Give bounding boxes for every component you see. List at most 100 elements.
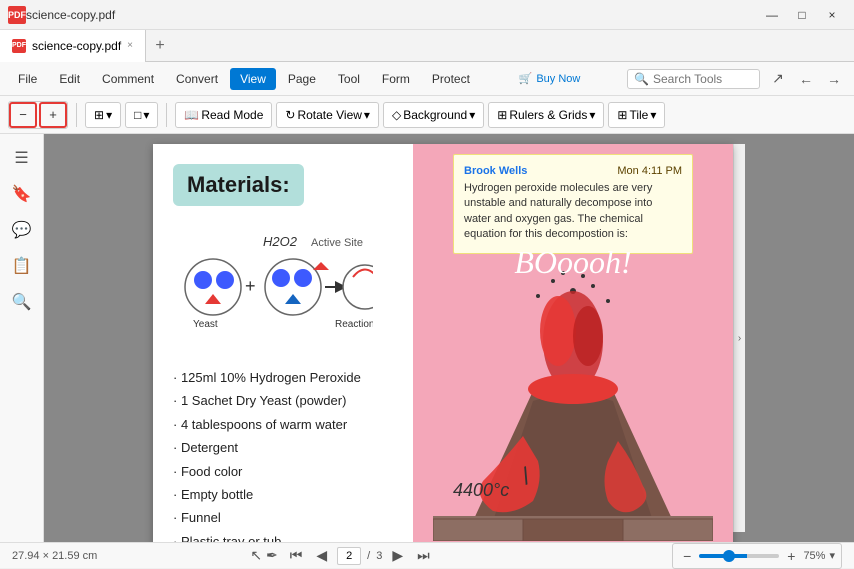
temperature-label: 4400°c: [453, 480, 509, 501]
navigate-controls[interactable]: ⊞ ▾: [85, 102, 121, 128]
list-item: Empty bottle: [173, 483, 393, 506]
rotate-view-label: Rotate View: [297, 108, 361, 122]
view-controls[interactable]: □ ▾: [125, 102, 158, 128]
list-item: Plastic tray or tub: [173, 530, 393, 542]
external-link-icon[interactable]: ↗: [766, 67, 790, 91]
zoom-out-button[interactable]: −: [9, 102, 37, 128]
background-icon: ◇: [392, 108, 401, 122]
statusbar: 27.94 × 21.59 cm ↖ ✒ ⏮ ◀ / 3 ▶ ⏭ − + 75%…: [0, 542, 854, 568]
menu-tool[interactable]: Tool: [328, 68, 370, 90]
page-separator: /: [367, 550, 370, 562]
rulers-caret: ▾: [589, 108, 595, 122]
menu-view[interactable]: View: [230, 68, 276, 90]
list-item: Funnel: [173, 506, 393, 529]
zoom-dropdown-icon[interactable]: ▾: [829, 549, 835, 562]
comment-text: Hydrogen peroxide molecules are very uns…: [464, 181, 682, 243]
tab-label: science-copy.pdf: [32, 39, 121, 53]
rulers-icon: ⊞: [497, 108, 507, 122]
last-page-button[interactable]: ⏭: [413, 545, 434, 566]
new-tab-button[interactable]: +: [146, 32, 174, 60]
list-item: 125ml 10% Hydrogen Peroxide: [173, 366, 393, 389]
tab-pdf-icon: PDF: [12, 39, 26, 53]
current-page-input[interactable]: [337, 547, 361, 565]
window-controls: — □ ×: [758, 5, 846, 25]
sidebar-item-pages[interactable]: ☰: [6, 142, 38, 174]
h2o2-diagram: H2O2 Active Site Yeast +: [173, 232, 393, 342]
tab-science-copy[interactable]: PDF science-copy.pdf ×: [0, 30, 146, 62]
tile-button[interactable]: ⊞ Tile ▾: [608, 102, 665, 128]
background-caret: ▾: [469, 108, 475, 122]
volcano-illustration: 4400°c /: [433, 261, 713, 541]
search-icon: 🔍: [634, 72, 649, 86]
list-item: Detergent: [173, 436, 393, 459]
rulers-grids-label: Rulers & Grids: [509, 108, 587, 122]
background-button[interactable]: ◇ Background ▾: [383, 102, 484, 128]
menu-form[interactable]: Form: [372, 68, 420, 90]
comment-author: Brook Wells: [464, 165, 527, 177]
menu-protect[interactable]: Protect: [422, 68, 480, 90]
menubar: File Edit Comment Convert View Page Tool…: [0, 62, 854, 96]
menu-comment[interactable]: Comment: [92, 68, 164, 90]
app-icon: PDF: [8, 6, 26, 24]
materials-list: 125ml 10% Hydrogen Peroxide 1 Sachet Dry…: [173, 366, 393, 542]
menu-right-controls: ↗ ← →: [766, 67, 846, 91]
comment-header: Brook Wells Mon 4:11 PM: [464, 165, 682, 177]
boooooh-text: BOoooh!: [514, 244, 631, 281]
document-area[interactable]: Materials: H2O2 Active Site Yeast: [44, 134, 854, 542]
zoom-controls: − + 75% ▾: [672, 543, 842, 569]
total-pages: 3: [376, 550, 382, 562]
toolbar: − + ⊞ ▾ □ ▾ 📖 Read Mode ↻ Rotate View ▾ …: [0, 96, 854, 134]
hand-icon[interactable]: ✒: [266, 547, 278, 564]
prev-page-button[interactable]: ◀: [312, 545, 331, 566]
menu-convert[interactable]: Convert: [166, 68, 228, 90]
svg-text:Yeast: Yeast: [193, 319, 218, 330]
zoom-in-button[interactable]: +: [39, 102, 67, 128]
forward-icon[interactable]: →: [822, 67, 846, 91]
zoom-in-status-button[interactable]: +: [783, 546, 799, 566]
sidebar-item-bookmarks[interactable]: 🔖: [6, 178, 38, 210]
read-mode-button[interactable]: 📖 Read Mode: [175, 102, 272, 128]
comment-time: Mon 4:11 PM: [617, 165, 682, 177]
search-tools-input[interactable]: 🔍: [627, 69, 760, 89]
zoom-percentage: 75%: [803, 550, 825, 562]
list-item: 1 Sachet Dry Yeast (powder): [173, 389, 393, 412]
page-right-content: Brook Wells Mon 4:11 PM Hydrogen peroxid…: [413, 144, 733, 542]
tab-close-button[interactable]: ×: [127, 40, 133, 51]
rulers-grids-button[interactable]: ⊞ Rulers & Grids ▾: [488, 102, 604, 128]
navigate-caret: ▾: [106, 108, 112, 122]
cursor-icon[interactable]: ↖: [250, 547, 262, 564]
toolbar-separator-2: [166, 103, 167, 127]
page-dimensions: 27.94 × 21.59 cm: [12, 550, 250, 562]
next-page-button[interactable]: ▶: [388, 545, 407, 566]
rotate-icon: ↻: [285, 108, 295, 122]
close-button[interactable]: ×: [818, 5, 846, 25]
back-icon[interactable]: ←: [794, 67, 818, 91]
minimize-button[interactable]: —: [758, 5, 786, 25]
sidebar-item-attachments[interactable]: 📋: [6, 250, 38, 282]
reaction-diagram-svg: H2O2 Active Site Yeast +: [173, 232, 373, 342]
tile-label: Tile: [629, 108, 648, 122]
comment-box: Brook Wells Mon 4:11 PM Hydrogen peroxid…: [453, 154, 693, 254]
svg-text:Active Site: Active Site: [311, 237, 363, 249]
sidebar-item-comments[interactable]: 💬: [6, 214, 38, 246]
rotate-view-button[interactable]: ↻ Rotate View ▾: [276, 102, 379, 128]
view-caret: ▾: [143, 108, 149, 122]
right-panel-handle[interactable]: ›: [733, 144, 745, 532]
search-field[interactable]: [653, 72, 753, 86]
rotate-caret: ▾: [364, 108, 370, 122]
tile-caret: ▾: [650, 108, 656, 122]
background-label: Background: [403, 108, 467, 122]
maximize-button[interactable]: □: [788, 5, 816, 25]
menu-edit[interactable]: Edit: [49, 68, 90, 90]
zoom-controls: − +: [8, 101, 68, 129]
zoom-out-status-button[interactable]: −: [679, 546, 695, 566]
list-item: Food color: [173, 460, 393, 483]
sidebar-item-search[interactable]: 🔍: [6, 286, 38, 318]
menu-file[interactable]: File: [8, 68, 47, 90]
read-mode-label: Read Mode: [201, 108, 263, 122]
buy-now-link[interactable]: 🛒 Buy Now: [519, 72, 581, 85]
read-mode-icon: 📖: [184, 108, 199, 122]
menu-page[interactable]: Page: [278, 68, 326, 90]
zoom-slider[interactable]: [699, 554, 779, 558]
first-page-button[interactable]: ⏮: [286, 545, 307, 566]
